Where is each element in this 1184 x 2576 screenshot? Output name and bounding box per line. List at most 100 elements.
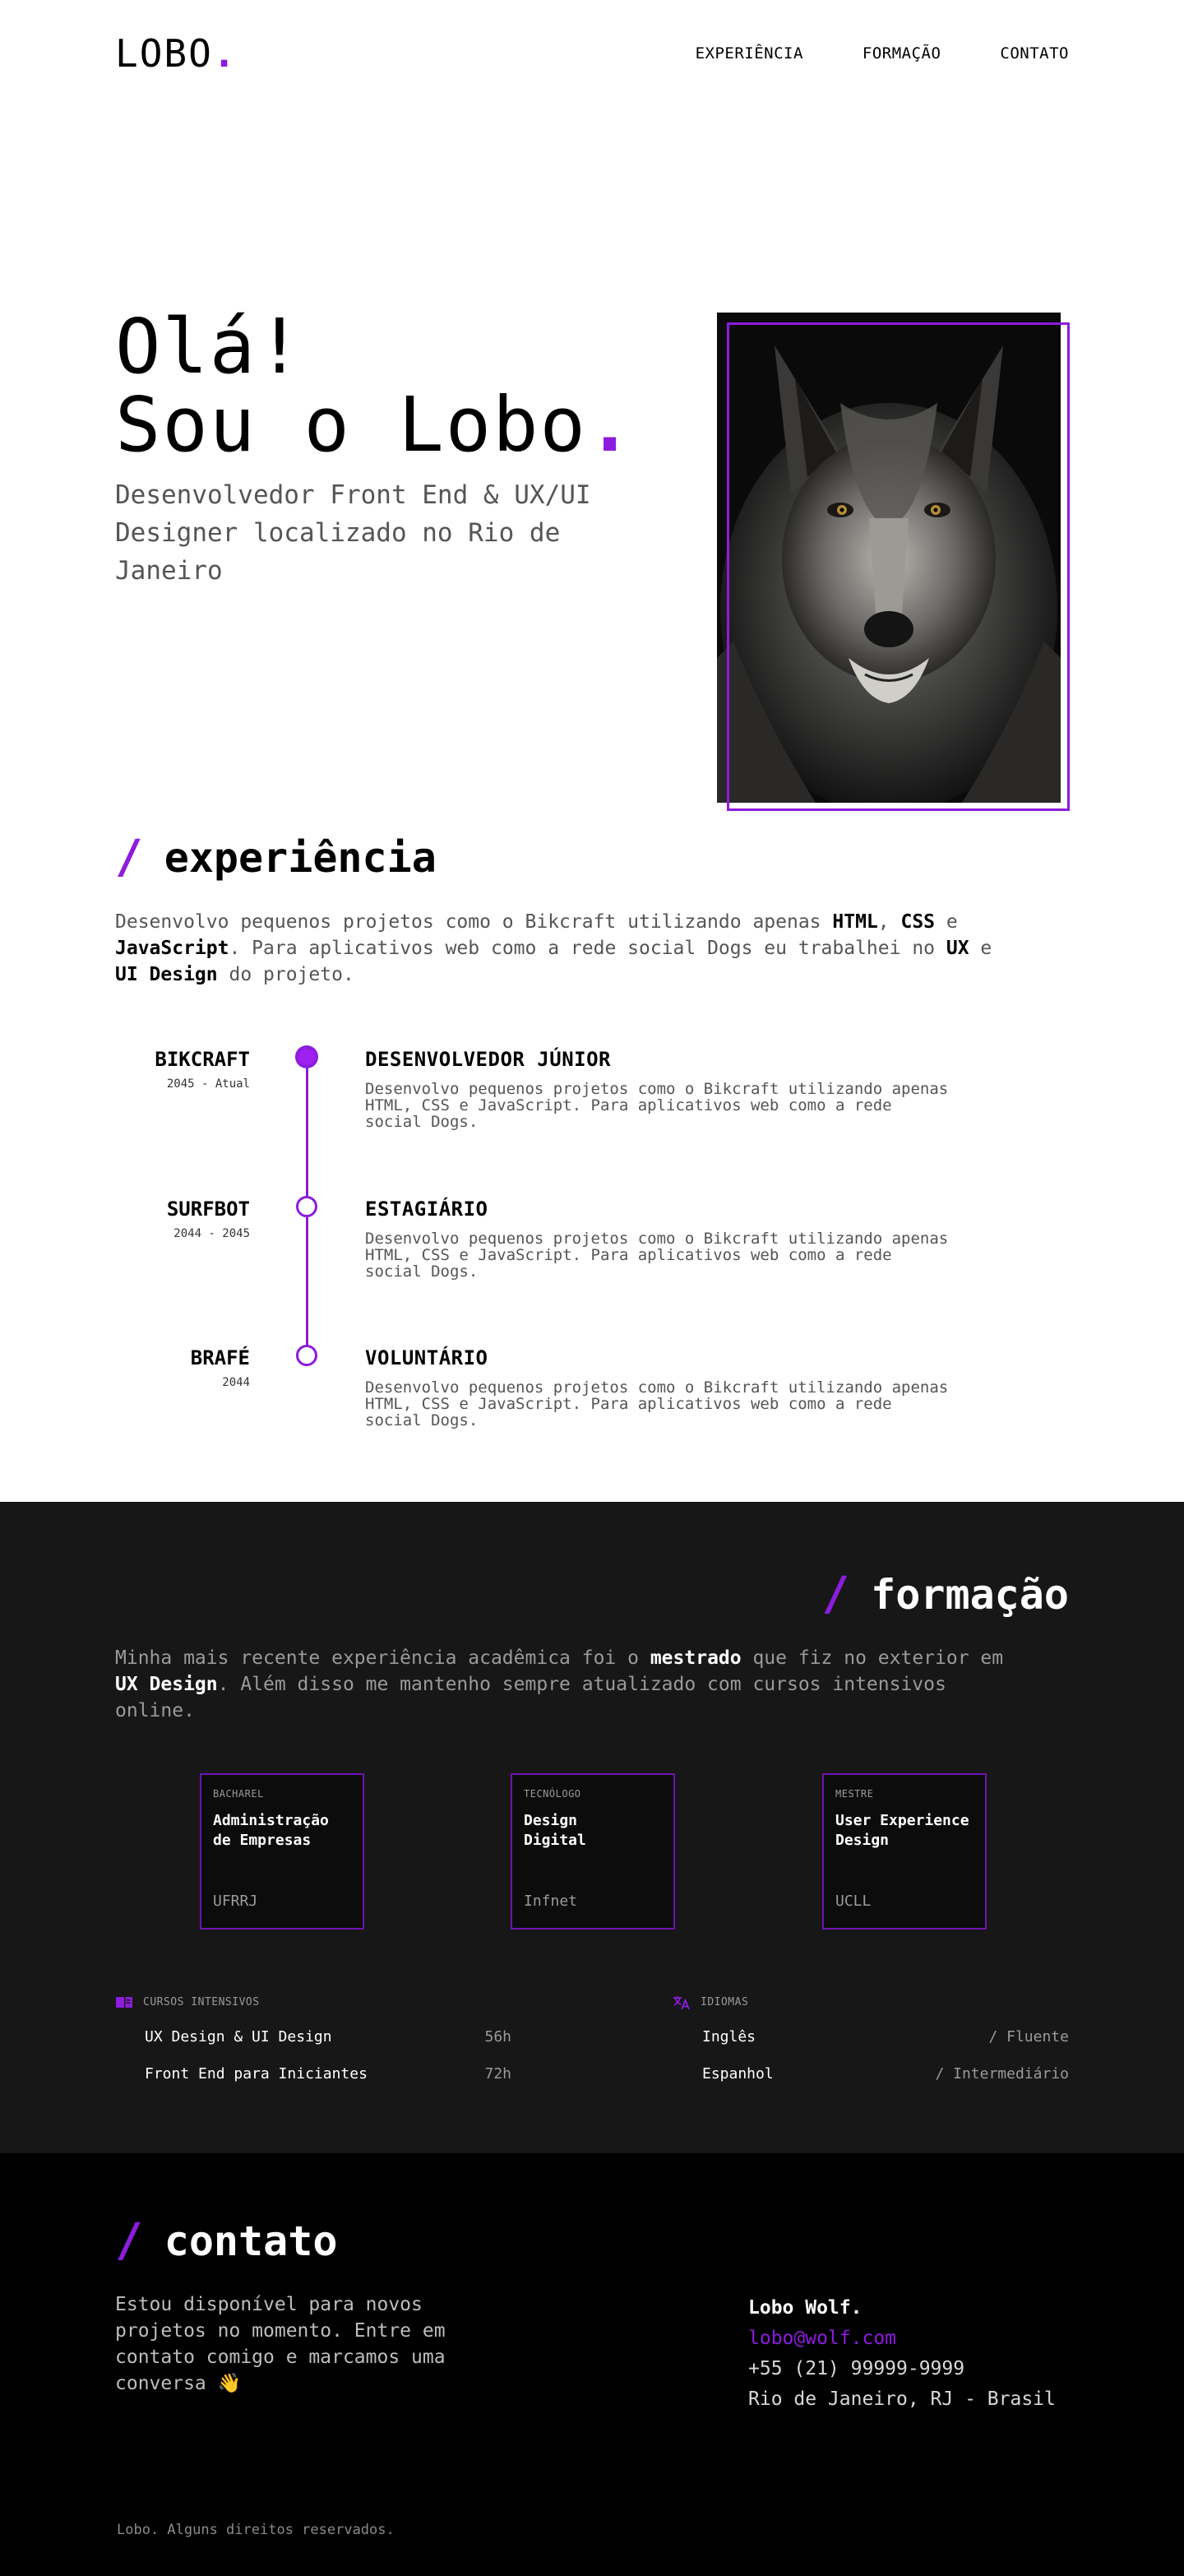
languages-heading-label: IDIOMAS <box>701 1995 749 2008</box>
hero-title-dot: . <box>586 380 635 469</box>
timeline-role: VOLUNTÁRIO <box>365 1346 488 1369</box>
timeline-date: 2044 <box>222 1376 250 1389</box>
language-level: / Fluente <box>988 2028 1069 2046</box>
intro-text: . Para aplicativos web como a rede socia… <box>229 938 946 959</box>
timeline-item: SURFBOT 2044 - 2045 ESTAGIÁRIO Desenvolv… <box>115 1196 1020 1326</box>
intro-bold: CSS <box>900 911 936 933</box>
hero-title: Olá! Sou o Lobo. <box>115 308 691 465</box>
intro-text: do projeto. <box>217 964 354 985</box>
experience-title-text: experiência <box>164 833 437 882</box>
title-slash: / <box>821 1568 850 1621</box>
hero-text: Olá! Sou o Lobo. Desenvolvedor Front End… <box>115 308 691 590</box>
contact-name: Lobo Wolf. <box>748 2297 863 2319</box>
timeline-item: BRAFÉ 2044 VOLUNTÁRIO Desenvolvo pequeno… <box>115 1345 1020 1475</box>
timeline-dot <box>296 1345 317 1366</box>
timeline-role-block: VOLUNTÁRIO Desenvolvo pequenos projetos … <box>365 1346 957 1429</box>
degree-card: MESTRE User Experience Design UCLL <box>822 1773 987 1930</box>
contact-info: Lobo Wolf. lobo@wolf.com +55 (21) 99999-… <box>748 2293 1056 2415</box>
course-name: Front End para Iniciantes <box>145 2065 368 2083</box>
contact-location: Rio de Janeiro, RJ - Brasil <box>748 2388 1056 2410</box>
intro-text: que fiz no exterior em <box>741 1647 1004 1669</box>
timeline-date: 2045 - Atual <box>166 1077 250 1091</box>
degree-card: BACHAREL Administração de Empresas UFRRJ <box>200 1773 364 1930</box>
timeline-company-block: SURFBOT 2044 - 2045 <box>167 1198 250 1240</box>
title-slash: / <box>115 2214 143 2268</box>
footer-copyright: Lobo. Alguns direitos reservados. <box>117 2522 395 2538</box>
languages-list: IDIOMAS Inglês / Fluente Espanhol / Inte… <box>673 1995 1069 2083</box>
timeline-role: DESENVOLVEDOR JÚNIOR <box>365 1048 611 1071</box>
intro-bold: UX Design <box>115 1674 218 1695</box>
contact-title-text: contato <box>164 2217 338 2265</box>
degree-institution: UCLL <box>835 1893 872 1910</box>
course-row: UX Design & UI Design 56h <box>115 2028 511 2046</box>
experience-title: / experiência <box>115 831 437 884</box>
nav-link-contato[interactable]: CONTATO <box>1000 44 1069 63</box>
timeline-role-block: ESTAGIÁRIO Desenvolvo pequenos projetos … <box>365 1198 957 1280</box>
language-row: Espanhol / Intermediário <box>673 2065 1069 2083</box>
book-icon <box>115 1995 133 2008</box>
degree-level: BACHAREL <box>213 1788 264 1800</box>
language-row: Inglês / Fluente <box>673 2028 1069 2046</box>
timeline-company: BIKCRAFT <box>155 1048 250 1071</box>
contact-title: / contato <box>115 2214 337 2268</box>
degree-institution: UFRRJ <box>213 1893 258 1910</box>
logo[interactable]: LOBO. <box>115 31 237 76</box>
degree-cards: BACHAREL Administração de Empresas UFRRJ… <box>200 1773 989 1930</box>
timeline-company-block: BIKCRAFT 2045 - Atual <box>155 1048 250 1091</box>
courses-heading-label: CURSOS INTENSIVOS <box>143 1995 260 2008</box>
experience-section: / experiência Desenvolvo pequenos projet… <box>0 757 1184 1502</box>
hero-title-line1: Olá! <box>115 303 304 391</box>
timeline-description: Desenvolvo pequenos projetos como o Bikc… <box>365 1080 949 1131</box>
course-name: UX Design & UI Design <box>145 2028 332 2046</box>
intro-text: e <box>969 938 992 959</box>
language-level: / Intermediário <box>935 2065 1069 2083</box>
intro-text: Desenvolvo pequenos projetos como o Bikc… <box>115 911 833 933</box>
timeline-item: BIKCRAFT 2045 - Atual DESENVOLVEDOR JÚNI… <box>115 1046 1020 1176</box>
experience-timeline: BIKCRAFT 2045 - Atual DESENVOLVEDOR JÚNI… <box>115 1046 1020 1464</box>
contact-email-link[interactable]: lobo@wolf.com <box>748 2328 896 2349</box>
course-hours: 56h <box>484 2028 511 2046</box>
timeline-dot-current <box>296 1046 317 1068</box>
nav-link-formacao[interactable]: FORMAÇÃO <box>863 44 941 63</box>
hero-section: Olá! Sou o Lobo. Desenvolvedor Front End… <box>0 107 1184 811</box>
education-section: / formação Minha mais recente experiênci… <box>0 1502 1184 2153</box>
intro-bold: UX <box>946 938 969 959</box>
timeline-date: 2044 - 2045 <box>173 1227 250 1240</box>
degree-title: User Experience Design <box>835 1812 969 1849</box>
degree-title: Design Digital <box>524 1812 586 1849</box>
timeline-description: Desenvolvo pequenos projetos como o Bikc… <box>365 1230 949 1281</box>
degree-title: Administração de Empresas <box>213 1812 329 1849</box>
logo-dot: . <box>212 31 238 76</box>
hero-subtitle: Desenvolvedor Front End & UX/UI Designer… <box>115 480 591 586</box>
timeline-dot <box>296 1196 317 1217</box>
intro-bold: mestrado <box>650 1647 742 1669</box>
timeline-role-block: DESENVOLVEDOR JÚNIOR Desenvolvo pequenos… <box>365 1048 957 1130</box>
degree-level: TECNÓLOGO <box>524 1788 581 1800</box>
nav-link-experiencia[interactable]: EXPERIÊNCIA <box>696 44 803 63</box>
intro-bold: JavaScript <box>115 938 229 959</box>
degree-level: MESTRE <box>835 1788 874 1800</box>
hero-title-line2: Sou o Lobo <box>115 380 587 469</box>
site-header: LOBO. EXPERIÊNCIA FORMAÇÃO CONTATO <box>0 0 1184 107</box>
photo-frame-accent <box>727 322 1070 811</box>
main-nav: EXPERIÊNCIA FORMAÇÃO CONTATO <box>696 44 1069 63</box>
timeline-company: SURFBOT <box>166 1198 250 1221</box>
contact-phone: +55 (21) 99999-9999 <box>748 2358 965 2379</box>
timeline-company: BRAFÉ <box>190 1346 250 1369</box>
timeline-role: ESTAGIÁRIO <box>365 1198 488 1221</box>
intro-bold: UI Design <box>115 964 218 985</box>
timeline-description: Desenvolvo pequenos projetos como o Bikc… <box>365 1378 949 1429</box>
education-title: / formação <box>821 1568 1069 1621</box>
course-hours: 72h <box>484 2065 511 2083</box>
courses-heading: CURSOS INTENSIVOS <box>115 1995 511 2008</box>
degree-card: TECNÓLOGO Design Digital Infnet <box>511 1773 675 1930</box>
languages-heading: IDIOMAS <box>673 1995 1069 2010</box>
timeline-company-block: BRAFÉ 2044 <box>191 1346 250 1389</box>
education-title-text: formação <box>871 1570 1069 1619</box>
title-slash: / <box>115 831 143 884</box>
course-row: Front End para Iniciantes 72h <box>115 2065 511 2083</box>
intro-text: . Além disso me mantenho sempre atualiza… <box>115 1674 946 1721</box>
language-name: Espanhol <box>702 2065 774 2083</box>
education-intro: Minha mais recente experiência acadêmica… <box>115 1645 1036 1724</box>
contact-section: / contato Estou disponível para novos pr… <box>0 2153 1184 2576</box>
